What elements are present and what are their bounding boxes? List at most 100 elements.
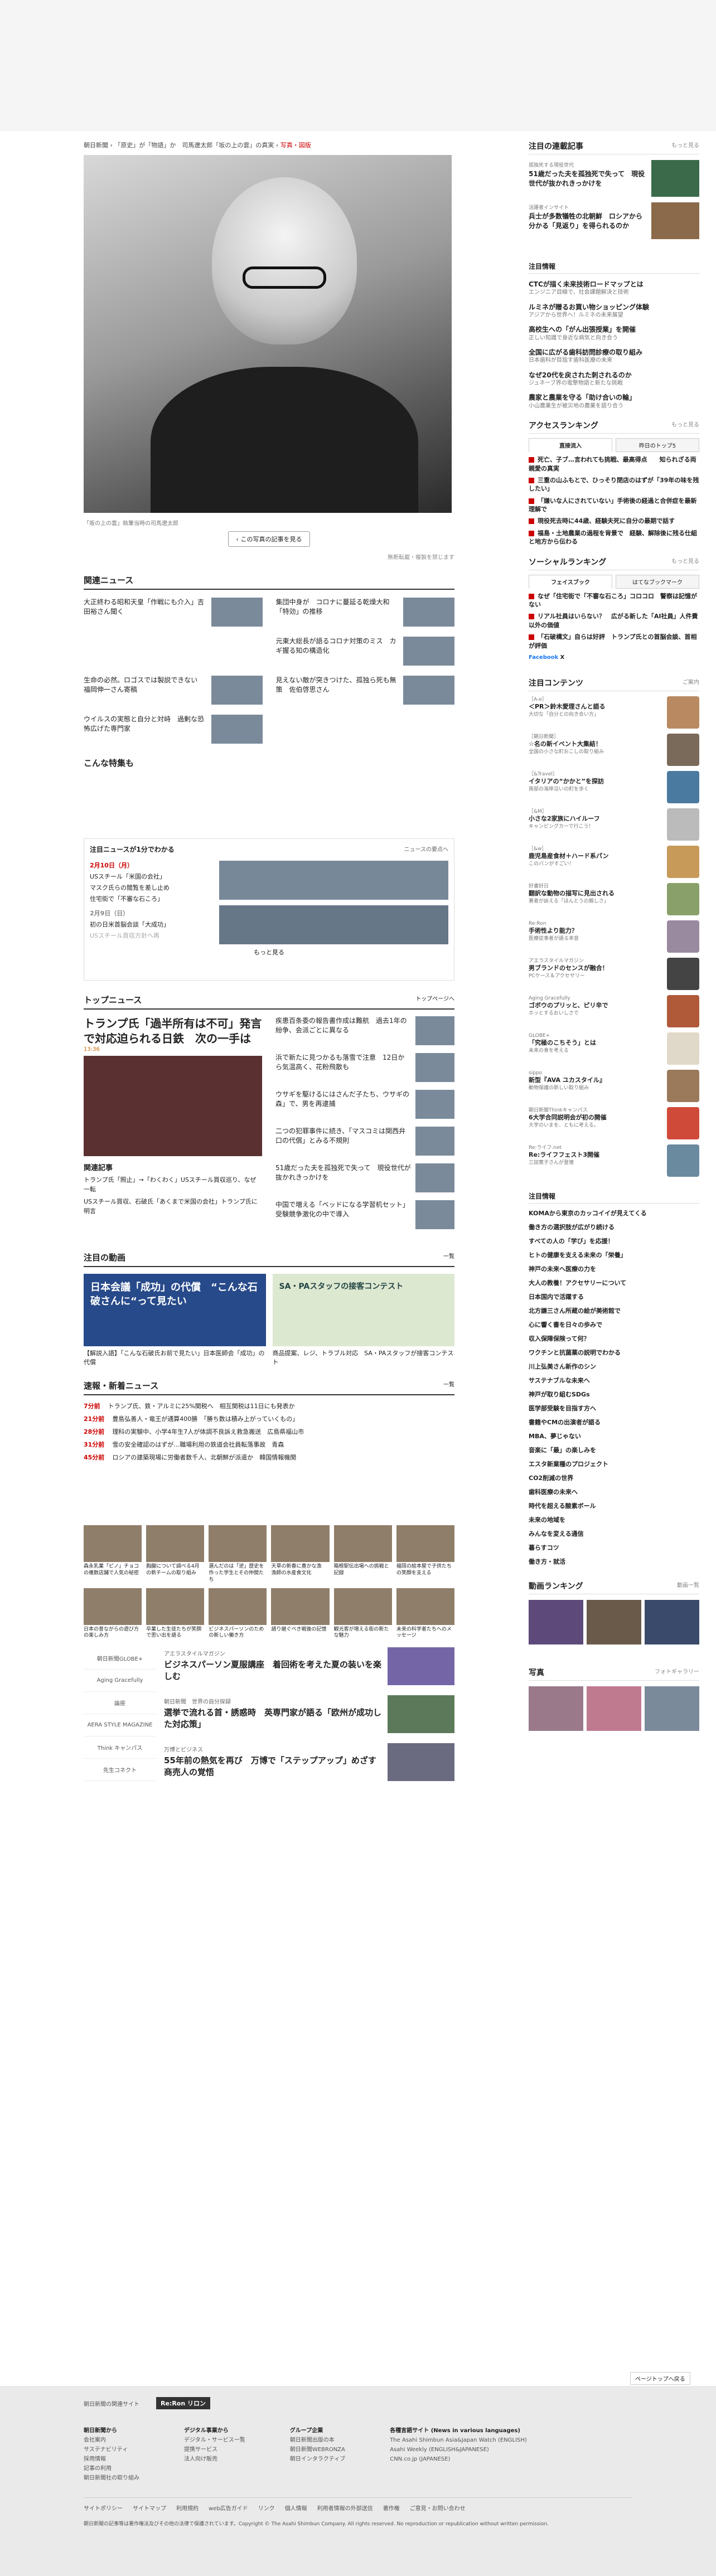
content-item[interactable]: Re:Ron 手術性より能力？ 医療従事者が語る本音 xyxy=(529,920,699,953)
info-link[interactable]: 医学部受験を目指す方へ xyxy=(529,1404,699,1413)
photo-carousel[interactable] xyxy=(529,1686,699,1731)
footer-link[interactable]: 朝日新聞WEBRONZA xyxy=(290,2447,345,2453)
info-link[interactable]: CO2削減の世界 xyxy=(529,1473,699,1482)
info-link[interactable]: 暮らすコツ xyxy=(529,1543,699,1552)
info-link[interactable]: KOMAから東京のカッコイイが見えてくる xyxy=(529,1209,699,1217)
info-link[interactable]: すべての人の「学び」を応援！ xyxy=(529,1236,699,1245)
breadcrumb-item[interactable]: 「原史」が「物語」か 司馬遼太郎「坂の上の雲」の真実 xyxy=(114,142,274,149)
reron-logo[interactable]: Re:Ron リロン xyxy=(156,2397,211,2409)
featured-item[interactable]: 孤独死する現役世代 51歳だった夫を孤独死で失って 現役世代が抜かれきっかけを xyxy=(529,160,699,197)
related-news-item[interactable]: 見えない敵が突きつけた、孤独ら死も無策 佐伯啓思さん xyxy=(276,676,454,705)
social-more-link[interactable]: もっと見る xyxy=(671,556,699,567)
content-more-link[interactable]: ご案内 xyxy=(683,677,699,688)
top-news-item[interactable]: ウサギを駆けるにはさんだ子たち、ウサギの森」で、男を再逮捕 xyxy=(275,1090,454,1119)
content-item[interactable]: ［A-e］ ＜PR＞鈴木愛理さんと語る 大切な「自分との向き合い方」 xyxy=(529,696,699,729)
related-article[interactable]: USスチール買収、石破氏「あくまで米国の会社」トランプ氏に明言 xyxy=(84,1197,262,1216)
social-item[interactable]: なぜ「住宅街で「不審な石ころ」コロコロ 警察は記憶がない xyxy=(529,592,699,609)
related-news-item[interactable]: 集団中身が コロナに蔓延る乾燥大和「特効」の推移 xyxy=(276,598,454,627)
content-item[interactable]: アエラスタイルマガジン 男ブランドのセンスが融合！ PCケース＆アクセサリー xyxy=(529,957,699,990)
content-item[interactable]: GLOBE+ 「究極のこちそう」とは 未来の食を考える xyxy=(529,1032,699,1065)
gallery-item[interactable]: 選んだのは「逆」歴史を作った学生とその仲間たち xyxy=(209,1525,267,1583)
ranking-item[interactable]: 「嫌いな人にされていない」手術後の経過と合併症を最新理解で xyxy=(529,497,699,514)
tab-facebook[interactable]: フェイスブック xyxy=(529,574,612,589)
feature-item[interactable]: 朝日新聞 世界の自分探録 選挙で流れる首・誘惑時 英専門家が語る「欧州が成功した対… xyxy=(164,1695,454,1733)
gallery-item[interactable]: 語り継ぐべき戦後の記憶 xyxy=(271,1588,330,1639)
footer-link[interactable]: 朝日新聞社の取り組み xyxy=(84,2475,139,2481)
top-news-item[interactable]: 二つの犯罪事件に続き、「マスコミは関西弁口の代償」とみる不規則 xyxy=(275,1127,454,1156)
ranking-item[interactable]: 現役死去時に44歳、経験夫死に自分の最期で話す xyxy=(529,517,699,525)
footer-link[interactable]: 朝日インタラクティブ xyxy=(290,2456,345,2462)
breaking-item[interactable]: 31分前 雪の安全確認のはずが…職場利用の鉄道会社員転落事故 青森 xyxy=(84,1438,454,1451)
content-item[interactable]: ［&M］ 小さな2家族にハイルーフ キャンピングカーで行こう！ xyxy=(529,808,699,841)
content-item[interactable]: ［&w］ 鹿児島産食材＋ハード系パン このパンがすごい！ xyxy=(529,845,699,878)
info-link[interactable]: 働き方・就活 xyxy=(529,1557,699,1566)
related-news-item[interactable]: 元東大総長が語るコロナ対策のミス カギ握る知の構造化 xyxy=(276,637,454,666)
related-news-item[interactable]: 大正終わる昭和天皇「作戦にも介入」吉田裕さん聞く xyxy=(84,598,263,627)
top-news-item[interactable]: 浜で新たに見つかるも落雪で注意 12日から気温高く、花粉飛散も xyxy=(275,1053,454,1082)
partner-logo[interactable]: 論座 xyxy=(84,1692,156,1714)
gallery-item[interactable]: 福岡の絵本屋で子供たちの笑顔を支える xyxy=(396,1525,454,1583)
breaking-item[interactable]: 21分前 豊島弘善人・竜王が通算400勝 「勝ち数は積み上がっていくもの」 xyxy=(84,1413,454,1425)
footer-link[interactable]: The Asahi Shimbun Asia&Japan Watch (ENGL… xyxy=(390,2437,527,2443)
tab-direct[interactable]: 直接流入 xyxy=(529,438,612,453)
gallery-item[interactable]: 日本の昔ながらの遊び方の楽しみ方 xyxy=(84,1588,142,1639)
info-link[interactable]: サステナブルな未来へ xyxy=(529,1376,699,1385)
footer-bottom-link[interactable]: サイトマップ xyxy=(133,2504,166,2512)
related-news-item[interactable]: 生命の必然。ロゴスでは製説できない 福岡伸一さん寄稿 xyxy=(84,676,263,705)
featured-more-link[interactable]: もっと見る xyxy=(671,140,699,152)
content-item[interactable]: 朝日新聞Thinkキャンパス 6大学合同説明会が初の開催 大学のいまを、ともに考える… xyxy=(529,1107,699,1139)
related-news-item[interactable]: ウイルスの実態と自分と対峙 過剰な恐怖広げた専門家 xyxy=(84,715,263,744)
footer-bottom-link[interactable]: 著作権 xyxy=(383,2504,400,2512)
top-headline-photo[interactable] xyxy=(84,1056,262,1156)
top-news-item[interactable]: 疾患百条委の報告書作成は難航 過去1年の紛争、会派ごとに異なる xyxy=(275,1016,454,1045)
social-item[interactable]: リアル社員はいらない？ 広がる新した「AI社員」人件費以外の価値 xyxy=(529,612,699,629)
footer-link[interactable]: 採用情報 xyxy=(84,2456,106,2462)
ranking-item[interactable]: 三重の山ふもとで、ひっそり閉店のはずが「39年の味を残したい」 xyxy=(529,476,699,493)
footer-link[interactable]: 提携サービス xyxy=(184,2447,217,2453)
footer-link[interactable]: 会社案内 xyxy=(84,2437,106,2443)
view-article-button[interactable]: ‹ この写真の記事を見る xyxy=(228,531,311,547)
gallery-item[interactable]: 観光客が増える街の新たな魅力 xyxy=(333,1588,392,1639)
summary-more-link[interactable]: ニュースの要点へ xyxy=(404,845,449,854)
breaking-item[interactable]: 45分前 ロシアの建築現場に労働者数千人、北朝鮮が派遣か 韓国情報機関 xyxy=(84,1451,454,1464)
gallery-item[interactable]: 卒業した生徒たちが笑顔で思い出を語る xyxy=(146,1588,205,1639)
footer-bottom-link[interactable]: 利用規約 xyxy=(176,2504,199,2512)
video-carousel[interactable] xyxy=(529,1599,699,1644)
info-link[interactable]: 日本国内で活躍する xyxy=(529,1292,699,1301)
gallery-item[interactable]: 森永乳業「ピノ」チョコの複数店舗で人気の秘密 xyxy=(84,1525,142,1583)
info-link[interactable]: 川上弘美さん新作のシン xyxy=(529,1362,699,1371)
ad-item[interactable]: ルミネが贈るお買い物ショッピング体験 アジアから世界へ！ルミネの未来展望 xyxy=(529,303,699,319)
ad-item[interactable]: 農家と農業を守る「助け合いの輪」 小山農業生が被災地の農業を語り合う xyxy=(529,393,699,410)
footer-bottom-link[interactable]: 個人情報 xyxy=(285,2504,307,2512)
access-more-link[interactable]: もっと見る xyxy=(671,420,699,431)
info-link[interactable]: 音楽に「最」の楽しみを xyxy=(529,1445,699,1454)
x-icon[interactable]: X xyxy=(560,654,564,661)
info-link[interactable]: 時代を超える酸素ボール xyxy=(529,1501,699,1510)
summary-item[interactable]: 初の日米首脳会談「大成功」 xyxy=(90,920,207,929)
footer-link[interactable]: サステナビリティ xyxy=(84,2447,128,2453)
partner-logo[interactable]: 先生コネクト xyxy=(84,1759,156,1781)
summary-item[interactable]: 住宅街で「不審な石ころ」 xyxy=(90,894,207,903)
footer-link[interactable]: Asahi Weekly (ENGLISH&JAPANESE) xyxy=(390,2447,489,2453)
info-link[interactable]: 歯科医療の未来へ xyxy=(529,1487,699,1496)
partner-logo[interactable]: Aging Gracefully xyxy=(84,1670,156,1692)
info-link[interactable]: MBA、夢じゃない xyxy=(529,1432,699,1440)
info-link[interactable]: 収入保障保険って何？ xyxy=(529,1334,699,1343)
video-more-link[interactable]: 一覧 xyxy=(443,1251,454,1263)
breaking-more-link[interactable]: 一覧 xyxy=(443,1380,454,1391)
ad-item[interactable]: なぜ20代を戻された刺されるのか ジュネーブ界の電撃物語と新たな挑戦 xyxy=(529,371,699,387)
back-to-top-button[interactable]: ページトップへ戻る xyxy=(630,2372,690,2385)
ranking-item[interactable]: 死亡、子ブ…言われても挑戦、最高得点 知られざる両親愛の真実 xyxy=(529,455,699,473)
content-item[interactable]: Re:ライフ.net Re:ライフフェスト3開催 三田寛子さんが登壇 xyxy=(529,1144,699,1177)
ranking-item[interactable]: 福島・土地農業の過程を背景で 経験、解除後に残る仕組と地方から伝わる xyxy=(529,529,699,546)
facebook-icon[interactable]: Facebook xyxy=(529,654,558,661)
top-headline[interactable]: トランプ氏「過半所有は不可」発言で対応迫られる日鉄 次の一手は xyxy=(84,1016,262,1046)
feature-item[interactable]: アエラスタイルマガジン ビジネスパーソン夏服講座 着回術を考えた夏の装いを楽しむ xyxy=(164,1647,454,1685)
info-link[interactable]: ワクチンと抗菌薬の説明でわかる xyxy=(529,1348,699,1357)
footer-link[interactable]: 朝日新聞出版の本 xyxy=(290,2437,335,2443)
info-link[interactable]: 書籍やCMの出演者が語る xyxy=(529,1418,699,1427)
ad-item[interactable]: CTCが描く未来技術ロードマップとは エンジニア目線で、社会課題解決と技術 xyxy=(529,280,699,297)
breaking-item[interactable]: 28分前 理科の実験中、小学4年生7人が体調不良訴え救急搬送 広島県福山市 xyxy=(84,1425,454,1438)
gallery-item[interactable]: 未来の科学者たちへのメッセージ xyxy=(396,1588,454,1639)
social-item[interactable]: 「石破構文」自らは好評 トランプ氏との首脳会談、首相が評価 xyxy=(529,633,699,650)
